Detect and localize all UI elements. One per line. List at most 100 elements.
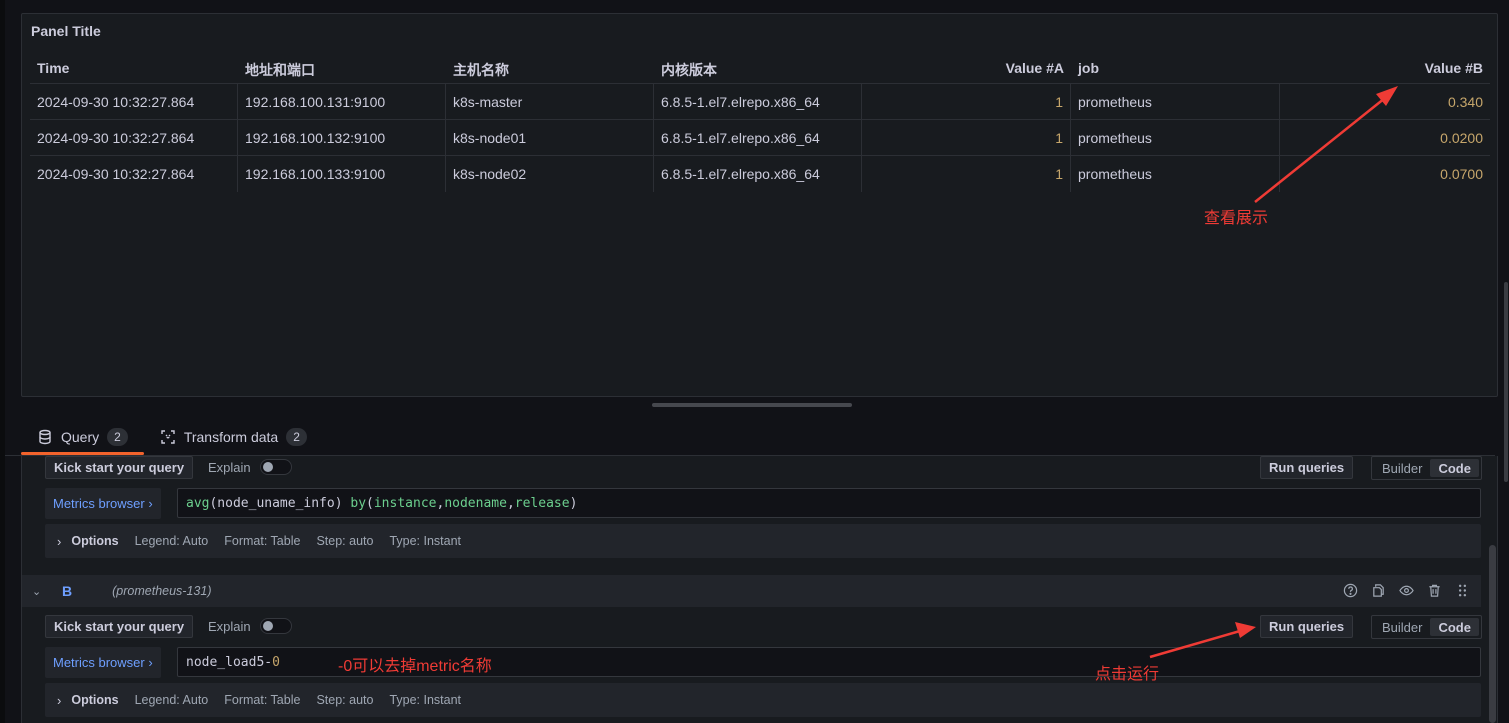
mode-code[interactable]: Code: [1430, 618, 1479, 636]
duplicate-icon[interactable]: [1370, 582, 1387, 599]
mode-code[interactable]: Code: [1430, 459, 1479, 477]
cell-value-b: 0.0200: [1440, 129, 1483, 146]
help-icon[interactable]: [1342, 582, 1359, 599]
column-header-kernel[interactable]: 内核版本: [654, 58, 862, 83]
expr-token: release: [514, 495, 570, 511]
transform-icon: [160, 429, 176, 445]
cell-address: 192.168.100.131:9100: [238, 84, 446, 119]
query-expression-input[interactable]: avg (node_uname_info) by(instance, nodenam…: [177, 488, 1481, 518]
cell-value-a: 1: [862, 156, 1071, 192]
query-scrollbar[interactable]: [1489, 545, 1496, 723]
cell-value-b: 0.0700: [1440, 166, 1483, 182]
tab-transform-count: 2: [286, 427, 307, 446]
panel: Panel Title Time 地址和端口 主机名称 内核版本 Value #…: [21, 13, 1498, 397]
tab-query-label: Query: [61, 428, 100, 445]
expr-token: (node_uname_info): [209, 495, 351, 511]
column-header-job[interactable]: job: [1071, 58, 1280, 83]
expr-token: 0: [272, 654, 280, 670]
query-header-actions: [1342, 582, 1471, 599]
eye-icon[interactable]: [1398, 582, 1415, 599]
tab-query-count: 2: [107, 427, 128, 446]
cell-value-a: 1: [862, 120, 1071, 155]
chevron-right-icon: ›: [57, 533, 62, 549]
data-table: Time 地址和端口 主机名称 内核版本 Value #A job Value …: [30, 58, 1490, 192]
options-step: Step: auto: [316, 534, 374, 548]
editor-tabs: Query 2 Transform data 2: [21, 420, 323, 455]
options-legend: Legend: Auto: [134, 693, 209, 707]
options-type: Type: Instant: [389, 693, 462, 707]
expr-token: node_load5-: [186, 654, 273, 670]
explain-label: Explain: [208, 459, 251, 475]
expr-token: nodename: [444, 495, 507, 511]
explain-toggle[interactable]: [259, 618, 292, 634]
explain-toggle[interactable]: [259, 459, 292, 475]
kick-start-query-button[interactable]: Kick start your query: [45, 615, 194, 638]
query-datasource: (prometheus-131): [112, 584, 212, 598]
mode-builder[interactable]: Builder: [1374, 459, 1430, 477]
options-format: Format: Table: [224, 693, 301, 707]
column-header-hostname[interactable]: 主机名称: [446, 58, 654, 83]
run-queries-button[interactable]: Run queries: [1260, 615, 1354, 638]
drag-handle-icon[interactable]: [1454, 582, 1471, 599]
annotation-remove-metric-name: -0可以去掉metric名称: [338, 658, 492, 675]
left-edge: [0, 0, 5, 723]
metrics-browser-button[interactable]: Metrics browser ›: [45, 488, 161, 519]
query-options-row[interactable]: › Options Legend: Auto Format: Table Ste…: [45, 683, 1481, 717]
cell-value-a: 1: [862, 84, 1071, 119]
mode-builder[interactable]: Builder: [1374, 618, 1430, 636]
expr-token: ,: [506, 495, 515, 511]
page-scrollbar[interactable]: [1504, 282, 1508, 482]
options-label: Options: [71, 534, 119, 548]
annotation-view-display: 查看展示: [1204, 210, 1269, 227]
cell-job: prometheus: [1071, 156, 1280, 192]
expr-token: ): [569, 495, 578, 511]
options-step: Step: auto: [316, 693, 374, 707]
annotation-click-run: 点击运行: [1095, 666, 1160, 683]
cell-job: prometheus: [1071, 84, 1280, 119]
column-header-time[interactable]: Time: [30, 58, 238, 83]
cell-kernel: 6.8.5-1.el7.elrepo.x86_64: [654, 120, 862, 155]
panel-title: Panel Title: [31, 23, 101, 39]
cell-hostname: k8s-master: [446, 84, 654, 119]
cell-hostname: k8s-node01: [446, 120, 654, 155]
table-header: Time 地址和端口 主机名称 内核版本 Value #A job Value …: [30, 58, 1490, 84]
query-b-header[interactable]: ⌄ B (prometheus-131): [22, 575, 1481, 607]
explain-toggle-group: Explain: [208, 459, 292, 475]
column-header-value-a[interactable]: Value #A: [862, 58, 1071, 83]
table-row: 2024-09-30 10:32:27.864 192.168.100.133:…: [30, 156, 1490, 192]
expr-token: (: [366, 495, 374, 511]
cell-time: 2024-09-30 10:32:27.864: [30, 120, 238, 155]
cell-address: 192.168.100.133:9100: [238, 156, 446, 192]
chevron-right-icon: ›: [57, 692, 62, 708]
cell-time: 2024-09-30 10:32:27.864: [30, 84, 238, 119]
options-format: Format: Table: [224, 534, 301, 548]
panel-resize-handle[interactable]: [652, 403, 852, 407]
explain-label: Explain: [208, 618, 251, 634]
options-legend: Legend: Auto: [134, 534, 209, 548]
query-ref-id[interactable]: B: [62, 583, 72, 599]
database-icon: [37, 429, 53, 445]
cell-kernel: 6.8.5-1.el7.elrepo.x86_64: [654, 84, 862, 119]
expr-token: avg: [186, 495, 210, 511]
chevron-down-icon[interactable]: ⌄: [32, 585, 44, 598]
query-editor-area: Kick start your query Explain Run querie…: [21, 456, 1498, 723]
expr-token: by: [350, 495, 367, 511]
editor-mode-switch: Builder Code: [1371, 615, 1482, 639]
tab-query[interactable]: Query 2: [21, 420, 144, 455]
query-options-row[interactable]: › Options Legend: Auto Format: Table Ste…: [45, 524, 1481, 558]
tab-transform-data[interactable]: Transform data 2: [144, 420, 323, 453]
expr-token: instance: [373, 495, 437, 511]
expr-token: ,: [436, 495, 445, 511]
column-header-address[interactable]: 地址和端口: [238, 58, 446, 83]
run-queries-button[interactable]: Run queries: [1260, 456, 1354, 479]
cell-address: 192.168.100.132:9100: [238, 120, 446, 155]
options-type: Type: Instant: [389, 534, 462, 548]
cell-time: 2024-09-30 10:32:27.864: [30, 156, 238, 192]
kick-start-query-button[interactable]: Kick start your query: [45, 456, 194, 479]
editor-mode-switch: Builder Code: [1371, 456, 1482, 480]
trash-icon[interactable]: [1426, 582, 1443, 599]
column-header-value-b[interactable]: Value #B: [1280, 58, 1490, 83]
cell-hostname: k8s-node02: [446, 156, 654, 192]
metrics-browser-button[interactable]: Metrics browser ›: [45, 647, 161, 678]
cell-kernel: 6.8.5-1.el7.elrepo.x86_64: [654, 156, 862, 192]
